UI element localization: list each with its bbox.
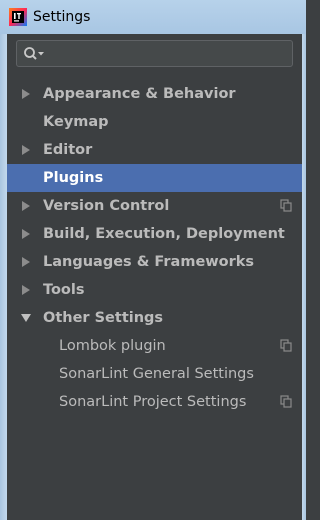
tree-item-label: SonarLint General Settings (59, 366, 254, 382)
expanded-arrow-icon[interactable] (20, 312, 32, 324)
tree-item-sonarlint-project-settings[interactable]: SonarLint Project Settings (7, 388, 302, 416)
tree-item-plugins[interactable]: Plugins (7, 164, 302, 192)
collapsed-arrow-icon[interactable] (20, 284, 32, 296)
tree-item-label: Editor (43, 142, 93, 158)
window-title: Settings (33, 9, 91, 25)
project-level-icon (280, 339, 292, 352)
project-level-icon (280, 395, 292, 408)
tree-item-languages-frameworks[interactable]: Languages & Frameworks (7, 248, 302, 276)
collapsed-arrow-icon[interactable] (20, 228, 32, 240)
tree-item-keymap[interactable]: Keymap (7, 108, 302, 136)
project-level-icon (280, 199, 292, 212)
tree-item-appearance-behavior[interactable]: Appearance & Behavior (7, 80, 302, 108)
tree-item-build-execution-deployment[interactable]: Build, Execution, Deployment (7, 220, 302, 248)
settings-tree: Appearance & Behavior Keymap Editor Plugins… (7, 80, 302, 416)
tree-item-label: Languages & Frameworks (43, 254, 255, 270)
tree-item-lombok-plugin[interactable]: Lombok plugin (7, 332, 302, 360)
tree-item-label: Version Control (43, 198, 170, 214)
collapsed-arrow-icon[interactable] (20, 200, 32, 212)
tree-item-label: Plugins (43, 170, 104, 186)
window-frame-left (0, 34, 7, 520)
window-frame-right (302, 34, 306, 520)
search-icon[interactable] (23, 46, 45, 62)
tree-item-label: SonarLint Project Settings (59, 394, 247, 410)
tree-item-label: Lombok plugin (59, 338, 166, 354)
tree-item-tools[interactable]: Tools (7, 276, 302, 304)
tree-item-label: Build, Execution, Deployment (43, 226, 285, 242)
tree-item-label: Tools (43, 282, 85, 298)
collapsed-arrow-icon[interactable] (20, 256, 32, 268)
settings-tree-panel: Appearance & Behavior Keymap Editor Plugins… (7, 34, 302, 520)
search-input[interactable] (49, 44, 285, 63)
tree-item-sonarlint-general-settings[interactable]: SonarLint General Settings (7, 360, 302, 388)
window-titlebar[interactable]: Settings (0, 0, 306, 34)
tree-item-label: Appearance & Behavior (43, 86, 236, 102)
collapsed-arrow-icon[interactable] (20, 88, 32, 100)
tree-item-editor[interactable]: Editor (7, 136, 302, 164)
intellij-idea-icon (9, 8, 27, 26)
tree-item-other-settings[interactable]: Other Settings (7, 304, 302, 332)
search-field[interactable] (16, 40, 293, 67)
tree-item-label: Other Settings (43, 310, 164, 326)
collapsed-arrow-icon[interactable] (20, 144, 32, 156)
tree-item-version-control[interactable]: Version Control (7, 192, 302, 220)
tree-item-label: Keymap (43, 114, 109, 130)
